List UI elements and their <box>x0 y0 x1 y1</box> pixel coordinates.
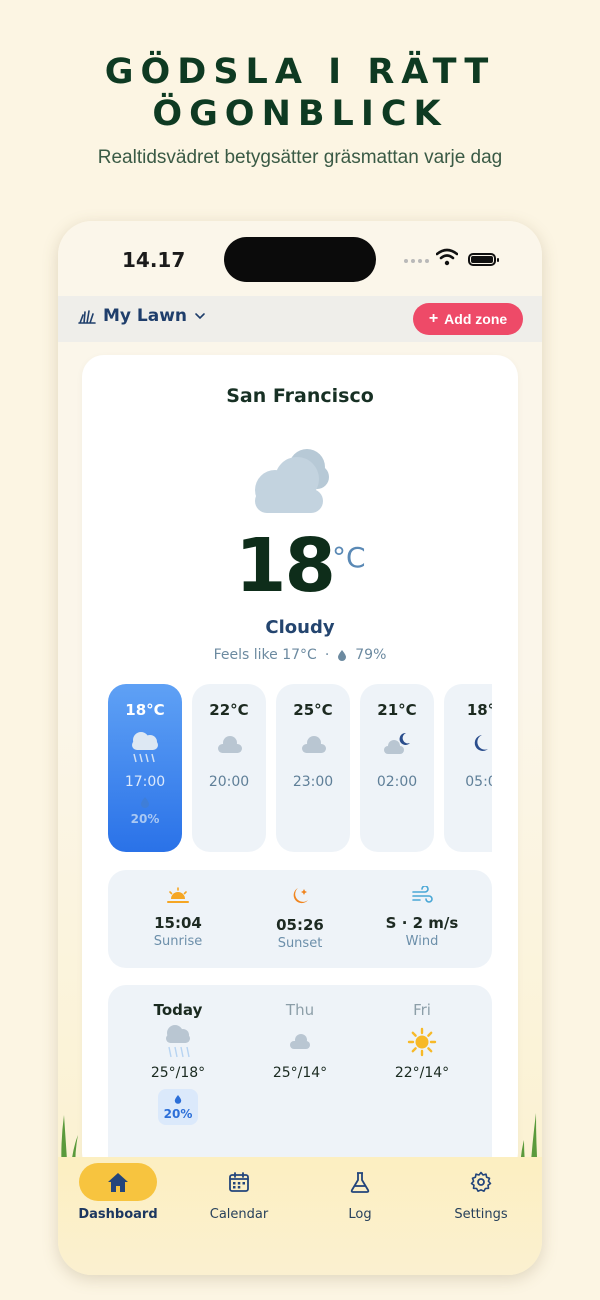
hour-item[interactable]: 21°C 02:00 <box>360 684 434 852</box>
day-temps: 22°/14° <box>394 1065 450 1081</box>
daily-forecast: Today 25°/18° 20% Thu 25°/14° Fri 22°/14… <box>108 985 492 1175</box>
weather-card: San Francisco 18 °C Cloudy Feels like 17… <box>82 355 518 1175</box>
tab-bar: Dashboard Calendar Log Settings <box>58 1157 542 1275</box>
tab-label: Log <box>348 1207 372 1222</box>
rain-cloud-icon <box>132 732 158 763</box>
feels-like: Feels like 17°C <box>213 647 317 663</box>
day-name: Thu <box>285 1001 315 1019</box>
day-name: Today <box>153 1001 203 1019</box>
flask-icon <box>350 1172 370 1193</box>
separator: · <box>324 647 330 663</box>
current-temperature: 18 <box>235 523 336 609</box>
headline-line-1: GÖDSLA I RÄTT <box>104 52 496 92</box>
tab-dashboard[interactable]: Dashboard <box>58 1157 178 1222</box>
signal-icon <box>404 259 429 263</box>
sunset-icon <box>293 888 308 904</box>
hour-temp: 18° <box>466 701 492 719</box>
cloud-moon-icon <box>384 732 410 754</box>
hour-time: 20:00 <box>208 774 250 790</box>
day-item[interactable]: Thu 25°/14° <box>240 1001 360 1081</box>
wifi-icon <box>436 248 458 266</box>
gear-icon <box>470 1171 492 1192</box>
hour-time: 02:00 <box>376 774 418 790</box>
headline-line-2: ÖGONBLICK <box>152 94 448 134</box>
wind-value: S · 2 m/s <box>385 914 459 932</box>
tab-log[interactable]: Log <box>300 1157 420 1222</box>
tab-label: Calendar <box>209 1207 269 1222</box>
hour-time: 05:0 <box>465 774 492 790</box>
hourly-forecast[interactable]: 18°C 17:00 20% 22°C 20:00 25°C 23:00 21°… <box>108 684 492 854</box>
hour-temp: 18°C <box>125 701 165 719</box>
sunrise-icon <box>167 887 189 903</box>
chevron-down-icon <box>195 313 205 320</box>
calendar-icon <box>229 1172 249 1192</box>
hour-temp: 21°C <box>377 701 417 719</box>
hour-item[interactable]: 25°C 23:00 <box>276 684 350 852</box>
day-temps: 25°/14° <box>272 1065 328 1081</box>
wind-label: Wind <box>405 934 439 949</box>
rain-cloud-icon <box>166 1025 190 1058</box>
moon-icon <box>474 735 488 751</box>
lawn-selector[interactable]: My Lawn <box>78 306 206 326</box>
droplet-icon <box>174 1095 182 1104</box>
home-icon <box>108 1173 128 1192</box>
top-bar: My Lawn + Add zone <box>58 296 542 342</box>
dynamic-island <box>224 237 376 282</box>
sun-icon <box>407 1027 437 1057</box>
sunrise-time: 15:04 <box>154 914 202 932</box>
wind-icon <box>412 885 433 903</box>
cloud-icon <box>302 736 326 753</box>
wind-item: S · 2 m/s Wind <box>362 885 482 949</box>
cloud-icon <box>255 449 329 513</box>
droplet-icon <box>338 650 347 661</box>
sunrise-item: 15:04 Sunrise <box>118 886 238 949</box>
city-name: San Francisco <box>226 385 374 407</box>
precip-badge: 20% <box>157 1089 199 1125</box>
day-item[interactable]: Today 25°/18° 20% <box>118 1001 238 1125</box>
hour-item[interactable]: 18°C 17:00 20% <box>108 684 182 852</box>
sunset-time: 05:26 <box>276 916 324 934</box>
sunset-item: 05:26 Sunset <box>240 886 360 951</box>
day-temps: 25°/18° <box>150 1065 206 1081</box>
droplet-icon <box>141 797 149 808</box>
lawn-icon <box>78 310 96 324</box>
sunset-label: Sunset <box>277 936 323 951</box>
tab-label: Dashboard <box>78 1207 158 1222</box>
tab-settings[interactable]: Settings <box>421 1157 541 1222</box>
cloud-icon <box>218 736 242 753</box>
phone-screen: 14.17 My Lawn + Add zone San Francisco 1… <box>58 221 542 1275</box>
add-zone-label: Add zone <box>444 311 508 327</box>
hour-temp: 22°C <box>209 701 249 719</box>
tab-calendar[interactable]: Calendar <box>179 1157 299 1222</box>
day-precip: 20% <box>163 1107 193 1121</box>
hour-time: 17:00 <box>124 774 166 790</box>
feels-like-row: Feels like 17°C · 79% <box>82 647 518 663</box>
day-name: Fri <box>413 1001 431 1019</box>
lawn-name: My Lawn <box>103 306 188 326</box>
weather-condition: Cloudy <box>265 617 335 638</box>
add-zone-button[interactable]: + Add zone <box>413 303 523 335</box>
hour-item[interactable]: 18° 05:0 <box>444 684 492 852</box>
tab-label: Settings <box>454 1207 508 1222</box>
cloud-icon <box>290 1034 310 1049</box>
subtitle: Realtidsvädret betygsätter gräsmattan va… <box>97 147 503 168</box>
hour-temp: 25°C <box>293 701 333 719</box>
humidity: 79% <box>355 647 387 663</box>
temperature-unit: °C <box>332 541 366 574</box>
sun-wind-panel: 15:04 Sunrise 05:26 Sunset S · 2 m/s Win… <box>108 870 492 968</box>
day-item[interactable]: Fri 22°/14° <box>362 1001 482 1081</box>
hour-precip: 20% <box>130 812 160 826</box>
plus-icon: + <box>428 310 439 327</box>
status-time: 14.17 <box>122 248 186 272</box>
battery-icon <box>468 253 499 266</box>
sunrise-label: Sunrise <box>153 934 203 949</box>
hour-item[interactable]: 22°C 20:00 <box>192 684 266 852</box>
hour-time: 23:00 <box>292 774 334 790</box>
